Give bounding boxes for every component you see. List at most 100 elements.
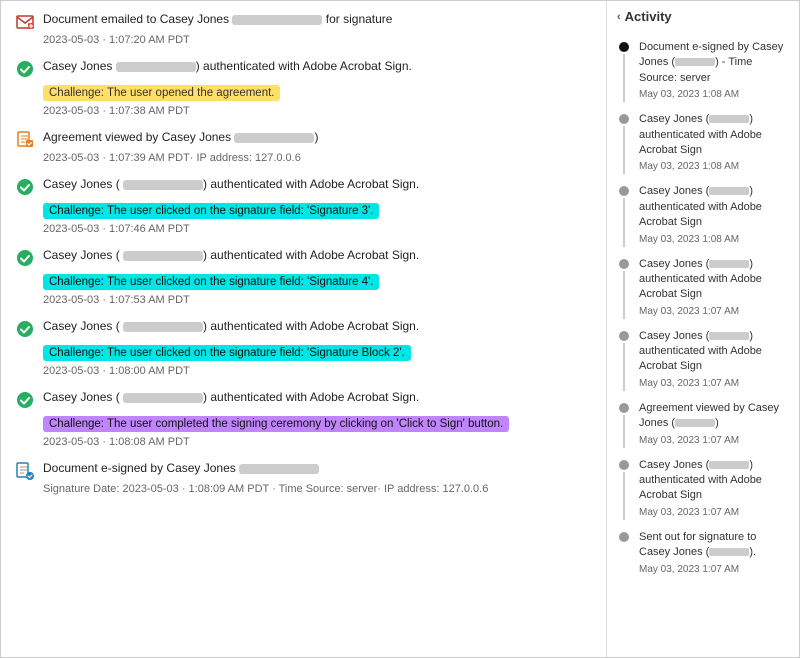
event-main-text: Casey Jones ( ) authenticated with Adobe… (43, 248, 419, 262)
challenge-badge: Challenge: The user completed the signin… (43, 416, 509, 432)
redacted-text (675, 419, 715, 427)
timeline-date: May 03, 2023 1:07 AM (639, 434, 789, 448)
event-block-auth-3: Casey Jones ( ) authenticated with Adobe… (15, 247, 592, 306)
timeline-content: Agreement viewed by Casey Jones ( ) May 0… (639, 401, 789, 448)
timeline-dot (619, 186, 629, 196)
timeline-text: Casey Jones ( ) authenticated with Adobe… (639, 258, 762, 301)
redacted-text (123, 322, 203, 332)
timeline-item: Casey Jones ( ) authenticated with Adobe… (617, 329, 789, 391)
event-text: Document e-signed by Casey Jones (43, 460, 319, 477)
event-row: Casey Jones ( ) authenticated with Adobe… (15, 247, 592, 268)
timeline-dot-col (617, 530, 631, 577)
timeline-date: May 03, 2023 1:07 AM (639, 305, 789, 319)
event-row: Document e-signed by Casey Jones (15, 460, 592, 481)
timeline-dot (619, 532, 629, 542)
event-block-auth-1: Casey Jones ) authenticated with Adobe A… (15, 58, 592, 117)
timeline-dot-col (617, 112, 631, 174)
event-main-text: Casey Jones ( ) authenticated with Adobe… (43, 177, 419, 191)
event-main-text: Agreement viewed by Casey Jones ) (43, 130, 318, 144)
event-text: Agreement viewed by Casey Jones ) (43, 129, 318, 146)
activity-header: ‹ Activity (617, 9, 789, 28)
redacted-text (123, 180, 203, 190)
activity-timeline: Document e-signed by Casey Jones ( ) - T… (617, 40, 789, 577)
timeline-content: Casey Jones ( ) authenticated with Adobe… (639, 329, 789, 391)
challenge-badge: Challenge: The user clicked on the signa… (43, 345, 411, 361)
timeline-text: Agreement viewed by Casey Jones ( ) (639, 402, 779, 429)
event-suffix: for signature (322, 12, 392, 26)
timeline-line (623, 415, 625, 448)
redacted-text (116, 62, 196, 72)
event-block-view-1: Agreement viewed by Casey Jones ) 2023-05… (15, 129, 592, 164)
event-suffix: ) authenticated with Adobe Acrobat Sign. (203, 319, 419, 333)
timeline-date: May 03, 2023 1:08 AM (639, 160, 789, 174)
check-icon (15, 59, 35, 79)
event-suffix: ) authenticated with Adobe Acrobat Sign. (203, 248, 419, 262)
event-timestamp: Signature Date: 2023-05-03 · 1:08:09 AM … (43, 483, 592, 495)
timeline-dot (619, 460, 629, 470)
timeline-line (623, 126, 625, 174)
redacted-text (123, 251, 203, 261)
timeline-content: Casey Jones ( ) authenticated with Adobe… (639, 458, 789, 520)
event-suffix: ) authenticated with Adobe Acrobat Sign. (203, 390, 419, 404)
timeline-text: Casey Jones ( ) authenticated with Adobe… (639, 185, 762, 228)
event-main-text: Document e-signed by Casey Jones (43, 461, 319, 475)
challenge-badge: Challenge: The user opened the agreement… (43, 85, 280, 101)
timeline-dot (619, 42, 629, 52)
main-event-log: Document emailed to Casey Jones for sign… (1, 1, 607, 657)
redacted-text (709, 187, 749, 195)
redacted-text (232, 15, 322, 25)
event-timestamp: 2023-05-03 · 1:07:53 AM PDT (43, 294, 592, 306)
event-text: Casey Jones ( ) authenticated with Adobe… (43, 247, 419, 264)
event-row: Document emailed to Casey Jones for sign… (15, 11, 592, 32)
event-suffix: ) authenticated with Adobe Acrobat Sign. (196, 59, 412, 73)
event-block-email-sent: Document emailed to Casey Jones for sign… (15, 11, 592, 46)
event-text: Casey Jones ) authenticated with Adobe A… (43, 58, 412, 75)
timeline-text: Document e-signed by Casey Jones ( ) - T… (639, 41, 783, 84)
esign-icon (15, 461, 35, 481)
timeline-dot-col (617, 329, 631, 391)
check-icon (15, 177, 35, 197)
timeline-item: Casey Jones ( ) authenticated with Adobe… (617, 112, 789, 174)
redacted-text (239, 464, 319, 474)
timeline-line (623, 343, 625, 391)
timeline-dot (619, 403, 629, 413)
timeline-date: May 03, 2023 1:07 AM (639, 506, 789, 520)
timeline-dot-col (617, 40, 631, 102)
timeline-dot (619, 259, 629, 269)
redacted-text (709, 461, 749, 469)
redacted-text (709, 332, 749, 340)
timeline-date: May 03, 2023 1:07 AM (639, 563, 789, 577)
timeline-line (623, 472, 625, 520)
event-block-auth-5: Casey Jones ( ) authenticated with Adobe… (15, 389, 592, 448)
timeline-item: Document e-signed by Casey Jones ( ) - T… (617, 40, 789, 102)
timeline-dot (619, 114, 629, 124)
event-row: Casey Jones ( ) authenticated with Adobe… (15, 176, 592, 197)
timeline-dot (619, 331, 629, 341)
timeline-dot-col (617, 401, 631, 448)
timeline-text: Casey Jones ( ) authenticated with Adobe… (639, 113, 762, 156)
event-timestamp: 2023-05-03 · 1:07:46 AM PDT (43, 223, 592, 235)
event-main-text: Document emailed to Casey Jones for sign… (43, 12, 392, 26)
timeline-line (623, 54, 625, 102)
event-main-text: Casey Jones ( ) authenticated with Adobe… (43, 319, 419, 333)
event-timestamp: 2023-05-03 · 1:07:20 AM PDT (43, 34, 592, 46)
event-block-esigned: Document e-signed by Casey Jones Signatu… (15, 460, 592, 495)
event-text: Casey Jones ( ) authenticated with Adobe… (43, 318, 419, 335)
event-suffix: ) authenticated with Adobe Acrobat Sign. (203, 177, 419, 191)
view-icon (15, 130, 35, 150)
event-timestamp: 2023-05-03 · 1:08:08 AM PDT (43, 436, 592, 448)
timeline-line (623, 198, 625, 246)
timeline-text: Casey Jones ( ) authenticated with Adobe… (639, 459, 762, 502)
redacted-text (709, 548, 749, 556)
timeline-dot-col (617, 458, 631, 520)
event-timestamp: 2023-05-03 · 1:07:39 AM PDT· IP address:… (43, 152, 592, 164)
redacted-text (709, 115, 749, 123)
timeline-item: Casey Jones ( ) authenticated with Adobe… (617, 257, 789, 319)
collapse-icon[interactable]: ‹ (617, 11, 621, 23)
timeline-item: Casey Jones ( ) authenticated with Adobe… (617, 184, 789, 246)
event-row: Casey Jones ( ) authenticated with Adobe… (15, 318, 592, 339)
event-timestamp: 2023-05-03 · 1:07:38 AM PDT (43, 105, 592, 117)
timeline-content: Casey Jones ( ) authenticated with Adobe… (639, 112, 789, 174)
event-timestamp: 2023-05-03 · 1:08:00 AM PDT (43, 365, 592, 377)
check-icon (15, 248, 35, 268)
